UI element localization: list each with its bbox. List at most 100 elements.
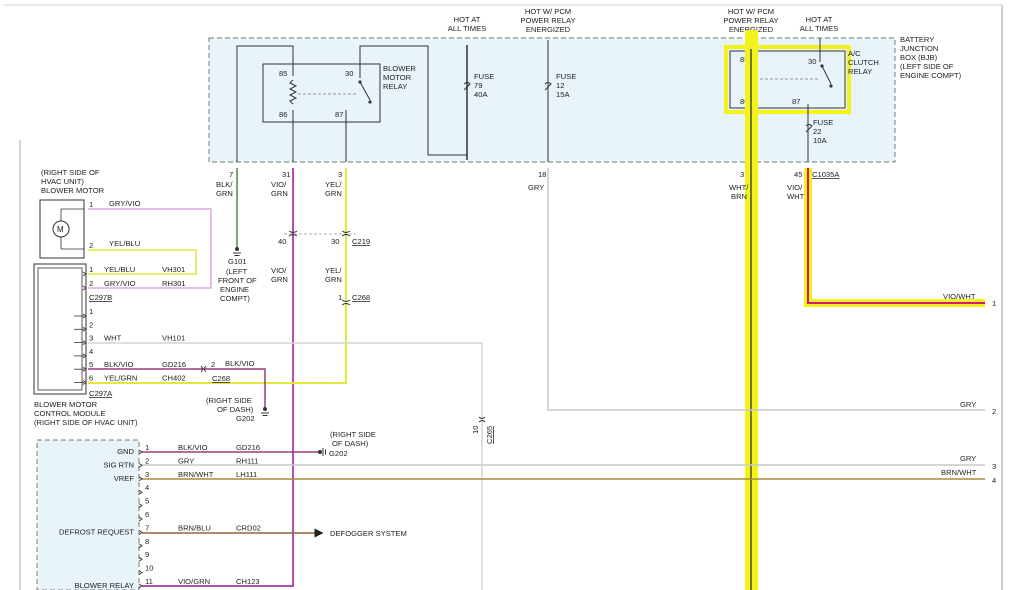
svg-text:FUSE: FUSE	[556, 72, 576, 81]
svg-text:JUNCTION: JUNCTION	[900, 44, 938, 53]
motor-leads	[61, 208, 84, 250]
label-wht-brn: WHT/ BRN	[729, 183, 749, 201]
g202b-ground-symbol	[318, 448, 326, 456]
right-num-1: 1	[992, 299, 996, 308]
c268b-label: C268	[212, 374, 230, 383]
bmcm-b-pin-number: 1	[89, 265, 93, 274]
relay2-contact-30	[820, 64, 824, 68]
bmcm-a-pin-wire: WHT	[104, 334, 122, 343]
bmcm-a-pin-number: 1	[89, 307, 93, 316]
svg-text:GRN: GRN	[271, 189, 288, 198]
svg-text:BRN: BRN	[731, 192, 747, 201]
c219-pin40: 40	[278, 237, 286, 246]
svg-text:HVAC UNIT): HVAC UNIT)	[41, 177, 84, 186]
bjb-title: BATTERY JUNCTION BOX (BJB) (LEFT SIDE OF…	[900, 35, 962, 80]
svg-text:BOX (BJB): BOX (BJB)	[900, 53, 938, 62]
bmcm-a-pin-wire: YEL/GRN	[104, 374, 137, 383]
svg-text:BLOWER MOTOR: BLOWER MOTOR	[41, 186, 105, 195]
svg-text:G101: G101	[228, 257, 247, 266]
bmcm-b-pin-wire: GRY/VIO	[104, 279, 136, 288]
bmcm-c297a-pins: 1 2 3 WHT VH101 4 5 BLK/VIO GD216 6 YEL/GRN CH402	[74, 307, 186, 385]
bmcm-a-pin-circuit: GD216	[162, 360, 186, 369]
c268-label: C268	[352, 293, 370, 302]
svg-text:(LEFT: (LEFT	[226, 267, 247, 276]
svg-text:(RIGHT SIDE: (RIGHT SIDE	[206, 396, 252, 405]
svg-text:ENGINE COMPT): ENGINE COMPT)	[900, 71, 962, 80]
g202a-ground-symbol	[261, 407, 269, 416]
svg-text:VIO/: VIO/	[787, 183, 803, 192]
relay1-pin85: 85	[279, 69, 287, 78]
blk-vio-after-label: BLK/VIO	[225, 359, 255, 368]
svg-text:FUSE: FUSE	[474, 72, 494, 81]
svg-text:ENGINE: ENGINE	[220, 285, 249, 294]
g202a-label: (RIGHT SIDE OF DASH) G202	[206, 396, 255, 423]
c265-label: C265	[485, 426, 494, 444]
bmcm-a-pin-number: 4	[89, 347, 93, 356]
module-pin-number: 6	[145, 510, 149, 519]
svg-text:POWER RELAY: POWER RELAY	[520, 16, 575, 25]
label-yel-grn-2: YEL/ GRN	[325, 266, 342, 284]
c219-pin30: 30	[331, 237, 339, 246]
module-pin-number: 1	[145, 443, 149, 452]
svg-text:RELAY: RELAY	[383, 82, 407, 91]
bmcm-a-pin-circuit: VH101	[162, 334, 185, 343]
g101-label: G101 (LEFT FRONT OF ENGINE COMPT)	[218, 257, 257, 303]
module-pin-number: 9	[145, 550, 149, 559]
module-pin-label: GND	[117, 447, 134, 456]
label-vio-grn-2: VIO/ GRN	[271, 266, 288, 284]
right-gry-label: GRY	[960, 400, 976, 409]
label-vio-grn-1: VIO/ GRN	[271, 180, 288, 198]
wiring-diagram: BATTERY JUNCTION BOX (BJB) (LEFT SIDE OF…	[4, 4, 1003, 590]
motor-pin2-wire: YEL/BLU	[109, 239, 140, 248]
bjb-pin-18: 18	[538, 170, 546, 179]
bjb-pin-7: 7	[229, 170, 233, 179]
module-pin-circuit: CH123	[236, 577, 260, 586]
right-num-2: 2	[992, 407, 996, 416]
bmcm-a-pin-number: 5	[89, 360, 93, 369]
right-num-4: 4	[992, 476, 996, 485]
module-pin-number: 2	[145, 456, 149, 465]
svg-text:(RIGHT SIDE OF HVAC UNIT): (RIGHT SIDE OF HVAC UNIT)	[34, 418, 138, 427]
blower-motor-m: M	[57, 225, 64, 234]
module-pin-chevron	[138, 556, 143, 562]
right-num-3: 3	[992, 462, 996, 471]
right-gry-label-2: GRY	[960, 454, 976, 463]
svg-text:RELAY: RELAY	[848, 67, 872, 76]
hot-pcm-label-1: HOT W/ PCM POWER RELAY ENERGIZED	[520, 7, 575, 34]
module-pin-chevron	[138, 503, 143, 508]
bmcm-a-pin-number: 2	[89, 320, 93, 329]
label-yel-grn-1: YEL/ GRN	[325, 180, 342, 198]
svg-text:BLK/: BLK/	[216, 180, 233, 189]
c268b-pin2: 2	[211, 360, 215, 369]
module-pin-wire: BRN/WHT	[178, 470, 214, 479]
module-pin-label: SIG RTN	[103, 460, 134, 469]
module-pin-wire: VIO/GRN	[178, 577, 210, 586]
vio-wht-highlight	[804, 168, 985, 307]
c268-pin1: 1	[338, 293, 342, 302]
svg-text:OF DASH): OF DASH)	[332, 439, 369, 448]
svg-text:ALL TIMES: ALL TIMES	[800, 24, 838, 33]
module-pin-circuit: CRD02	[236, 523, 261, 532]
c219-label: C219	[352, 237, 370, 246]
bmcm-title: BLOWER MOTOR CONTROL MODULE (RIGHT SIDE …	[34, 400, 138, 427]
bmcm-c297b-pins: 1 YEL/BLU VH301 2 GRY/VIO RH301	[82, 265, 186, 291]
label-gry: GRY	[528, 183, 544, 192]
motor-pin1-wire: GRY/VIO	[109, 199, 141, 208]
svg-text:YEL/: YEL/	[325, 266, 342, 275]
svg-text:VIO/: VIO/	[271, 180, 287, 189]
svg-text:CONTROL MODULE: CONTROL MODULE	[34, 409, 105, 418]
label-vio-wht: VIO/ WHT	[787, 183, 805, 201]
bmcm-b-pin-number: 2	[89, 279, 93, 288]
right-brn-wht-label: BRN/WHT	[941, 468, 977, 477]
relay1-contact-30	[358, 80, 362, 84]
module-pin-circuit: RH111	[236, 456, 259, 465]
c1035a-label: C1035A	[812, 170, 840, 179]
module-pin-number: 8	[145, 537, 149, 546]
wht-brn-highlight-top	[745, 30, 758, 49]
svg-text:OF DASH): OF DASH)	[217, 405, 254, 414]
module-pin-circuit: GD216	[236, 443, 260, 452]
module-pin-chevron	[138, 463, 143, 468]
relay1-pin87: 87	[335, 110, 343, 119]
svg-text:12: 12	[556, 81, 564, 90]
bmcm-b-pin-circuit: VH301	[162, 265, 185, 274]
